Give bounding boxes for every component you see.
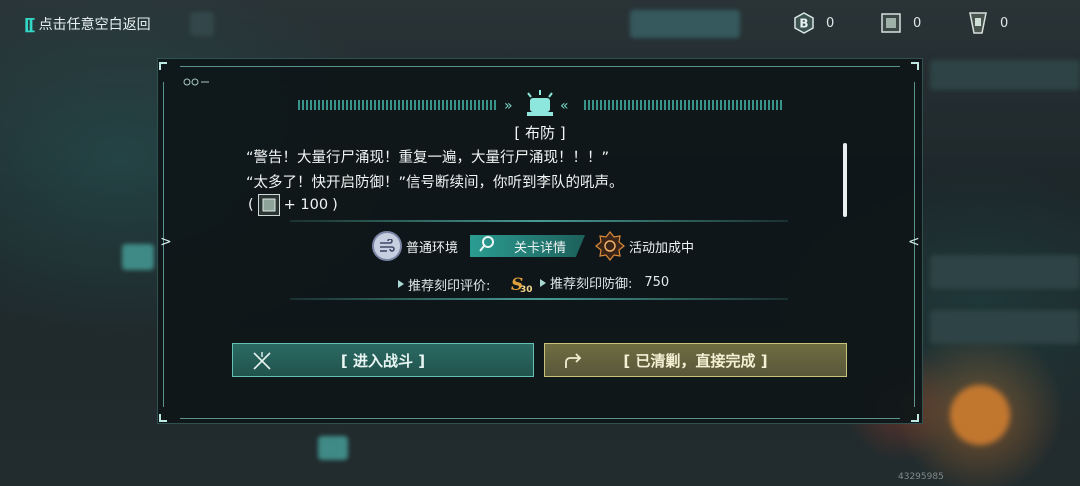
svg-text:«: « xyxy=(560,98,569,114)
triangle-bullet-icon xyxy=(540,278,546,287)
forward-arrow-icon xyxy=(563,351,585,371)
dialog-title: [ 布防 ] xyxy=(514,124,566,142)
b-coin-count: 0 xyxy=(826,15,835,31)
wind-icon xyxy=(372,231,402,261)
svg-text:»: » xyxy=(504,98,513,114)
header-stripe-left xyxy=(298,100,498,110)
reward-open-paren: ( xyxy=(248,197,254,213)
header-stripe-right xyxy=(584,100,784,110)
frame-bottom-line xyxy=(180,418,900,419)
divider-top xyxy=(290,220,788,222)
search-icon xyxy=(478,235,496,257)
back-bracket-icon: [[ xyxy=(24,14,36,34)
level-detail-button[interactable]: 关卡详情 xyxy=(470,235,586,257)
left-chevron-icon: > xyxy=(160,234,172,250)
skip-complete-button[interactable]: [ 已清剿，直接完成 ] xyxy=(544,343,847,377)
reward-row: ( + 100 ) xyxy=(248,194,338,216)
recommend-rating-label: 推荐刻印评价: xyxy=(408,278,491,294)
svg-text:B: B xyxy=(799,17,808,31)
supply-box-icon xyxy=(879,11,903,35)
triangle-bullet-icon xyxy=(398,280,404,288)
recommend-defense: 推荐刻印防御: 750 xyxy=(540,273,669,292)
event-bonus-tag[interactable]: 活动加成中 xyxy=(595,231,694,261)
enter-battle-label: [ 进入战斗 ] xyxy=(340,351,426,370)
resource-ticket: 0 xyxy=(966,11,1008,35)
divider-bottom xyxy=(290,298,788,300)
dialog-line-2: “太多了！快开启防御！”信号断续间，你听到李队的吼声。 xyxy=(246,175,624,191)
crossed-swords-icon xyxy=(251,351,273,371)
skip-complete-label: [ 已清剿，直接完成 ] xyxy=(623,351,768,370)
enter-battle-button[interactable]: [ 进入战斗 ] xyxy=(232,343,534,377)
resource-supply: 0 xyxy=(879,11,921,35)
environment-label: 普通环境 xyxy=(406,240,459,256)
rank-s-badge-icon: S 30 xyxy=(510,273,534,295)
right-chevron-icon: < xyxy=(908,234,920,250)
event-bonus-label: 活动加成中 xyxy=(629,240,695,256)
alarm-beacon-icon: » « xyxy=(500,90,580,120)
footer-id: 43295985 xyxy=(898,472,944,482)
environment-tag: 普通环境 xyxy=(372,231,458,261)
back-button[interactable]: [[ 点击任意空白返回 xyxy=(24,12,151,36)
stage-tags: 普通环境 关卡详情 活动加成中 xyxy=(372,231,694,261)
text-scrollbar[interactable] xyxy=(843,143,847,217)
event-gear-icon xyxy=(595,231,625,261)
corner-bottom-left xyxy=(159,414,167,422)
corner-top-left xyxy=(159,62,167,70)
supply-box-icon xyxy=(257,194,280,216)
reward-amount: + 100 xyxy=(283,197,329,213)
ticket-icon xyxy=(966,11,990,35)
rank-badge-number: 30 xyxy=(520,285,533,295)
ticket-count: 0 xyxy=(1000,15,1009,31)
reward-close-paren: ) xyxy=(332,197,338,213)
resource-b-coin: B 0 xyxy=(792,11,834,35)
supply-count: 0 xyxy=(913,15,922,31)
corner-top-right xyxy=(911,62,919,70)
frame-top-line xyxy=(180,66,900,67)
recommend-defense-value: 750 xyxy=(644,275,670,290)
recommend-defense-label: 推荐刻印防御: xyxy=(550,277,633,292)
corner-bottom-right xyxy=(911,414,919,422)
back-label: 点击任意空白返回 xyxy=(38,17,151,33)
frame-dots-icon xyxy=(183,72,213,86)
dialog-line-1: “警告！大量行尸涌现！重复一遍，大量行尸涌现！！！” xyxy=(246,150,610,166)
b-coin-icon: B xyxy=(792,11,816,35)
recommend-rating: 推荐刻印评价: S 30 xyxy=(398,273,534,295)
level-detail-label: 关卡详情 xyxy=(514,240,567,256)
